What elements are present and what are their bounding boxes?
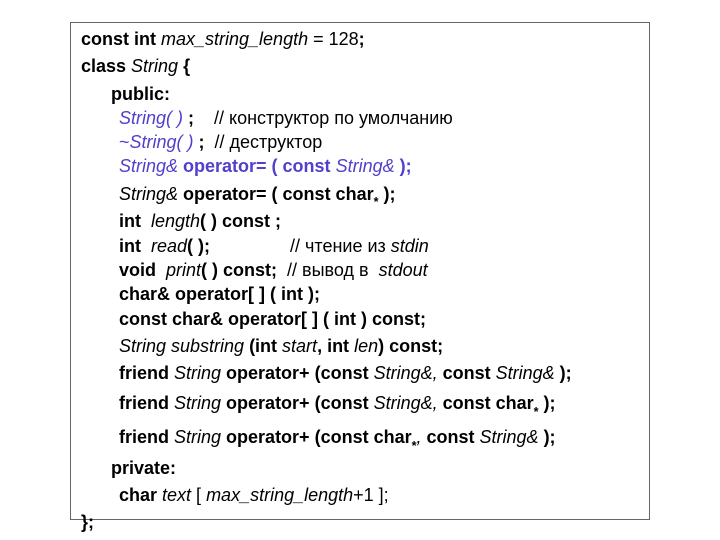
ident: String& <box>475 427 544 447</box>
keyword: const <box>443 363 491 383</box>
code-line: char& operator[ ] ( int ); <box>81 282 641 306</box>
punct: [ <box>196 485 206 505</box>
punct: ( ) const; <box>201 260 277 280</box>
ident: String <box>169 393 226 413</box>
keyword: operator= ( const char <box>178 184 374 204</box>
punct: ; <box>359 29 365 49</box>
code-line: friend String operator+ (const char*, co… <box>81 425 641 453</box>
ident: String&, <box>369 363 443 383</box>
code-line: String& operator= ( const char* ); <box>81 182 641 210</box>
code-line: }; <box>81 510 641 534</box>
punct: ( ) const ; <box>200 211 281 231</box>
star: * <box>412 439 417 453</box>
ident: read <box>141 236 187 256</box>
keyword: friend <box>119 427 169 447</box>
code-line: const int max_string_length = 128; <box>81 27 641 51</box>
code-line: ~String( ) ; // деструктор <box>81 130 641 154</box>
ident: String& <box>119 156 183 176</box>
keyword: friend <box>119 363 169 383</box>
keyword: int <box>119 211 141 231</box>
keyword: public: <box>111 84 170 104</box>
ident: String& <box>336 156 400 176</box>
ident: stdin <box>391 236 429 256</box>
keyword: operator= ( const <box>183 156 336 176</box>
comment: // вывод в <box>277 260 379 280</box>
code-line: int read( ); // чтение из stdin <box>81 234 641 258</box>
ident: String& <box>491 363 560 383</box>
ident: text <box>157 485 196 505</box>
ident: print <box>156 260 201 280</box>
code-line: const char& operator[ ] ( int ) const; <box>81 307 641 331</box>
punct: , int <box>317 336 349 356</box>
punct: }; <box>81 512 94 532</box>
keyword: void <box>119 260 156 280</box>
keyword: const <box>427 427 475 447</box>
punct: ) const; <box>378 336 443 356</box>
tilde: ~ <box>119 132 130 152</box>
keyword: char <box>119 485 157 505</box>
ident: start <box>277 336 317 356</box>
punct: ); <box>560 363 572 383</box>
ident: length <box>141 211 200 231</box>
star: * <box>534 405 539 419</box>
ident: String& <box>119 184 178 204</box>
code-line: int length( ) const ; <box>81 209 641 233</box>
keyword: operator+ (const char <box>226 427 412 447</box>
text: const char& operator[ ] ( int ) const; <box>119 309 426 329</box>
code-line: public: <box>81 82 641 106</box>
keyword: const char <box>443 393 534 413</box>
text: char& operator[ ] ( int ); <box>119 284 320 304</box>
code-line: class String { <box>81 54 641 78</box>
punct: ( ); <box>187 236 210 256</box>
keyword: const int <box>81 29 156 49</box>
code-box: const int max_string_length = 128; class… <box>70 22 650 520</box>
ident: String <box>169 363 226 383</box>
keyword: operator+ (const <box>226 363 369 383</box>
punct: ); <box>539 393 556 413</box>
code-line: friend String operator+ (const String&, … <box>81 391 641 419</box>
code-line: void print( ) const; // вывод в stdout <box>81 258 641 282</box>
ident: String <box>169 427 226 447</box>
star: * <box>374 195 379 209</box>
ident: max_string_length <box>156 29 313 49</box>
comment: // конструктор по умолчанию <box>194 108 453 128</box>
punct: ); <box>400 156 412 176</box>
punct: +1 ]; <box>353 485 389 505</box>
code-line: friend String operator+ (const String&, … <box>81 361 641 385</box>
punct: { <box>183 56 190 76</box>
ident: String&, <box>369 393 443 413</box>
ident: stdout <box>379 260 428 280</box>
comment: // деструктор <box>205 132 323 152</box>
text: = 128 <box>313 29 359 49</box>
code-line: String& operator= ( const String& ); <box>81 154 641 178</box>
punct: (int <box>249 336 277 356</box>
punct: ); <box>544 427 556 447</box>
keyword: private: <box>111 458 176 478</box>
ident: String substring <box>119 336 249 356</box>
ident: max_string_length <box>206 485 353 505</box>
comment: // чтение из <box>210 236 391 256</box>
ident: String( ) <box>130 132 199 152</box>
keyword: class <box>81 56 126 76</box>
code-line: String( ) ; // конструктор по умолчанию <box>81 106 641 130</box>
ident: len <box>349 336 378 356</box>
keyword: friend <box>119 393 169 413</box>
code-line: String substring (int start, int len) co… <box>81 334 641 358</box>
keyword: operator+ (const <box>226 393 369 413</box>
ident: String( ) <box>119 108 188 128</box>
ident: String <box>126 56 183 76</box>
code-line: private: <box>81 456 641 480</box>
keyword: int <box>119 236 141 256</box>
code-line: char text [ max_string_length+1 ]; <box>81 483 641 507</box>
punct: , <box>417 427 427 447</box>
punct: ); <box>379 184 396 204</box>
